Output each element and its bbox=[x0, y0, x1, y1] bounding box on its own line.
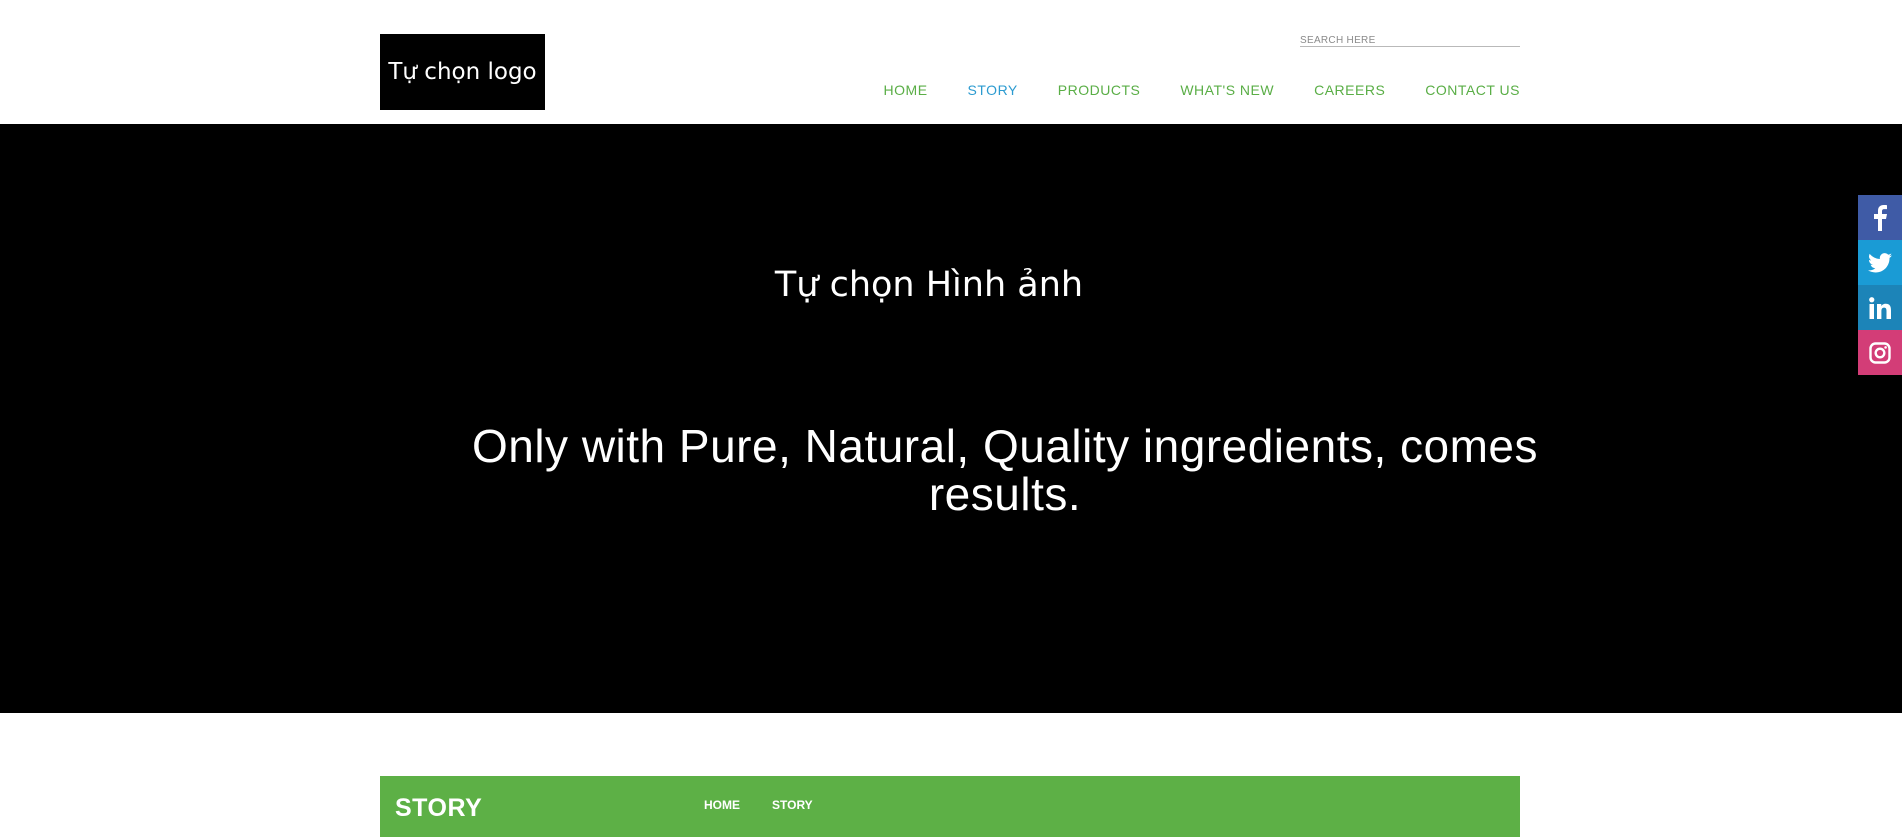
search-input[interactable] bbox=[1300, 31, 1520, 50]
hero-banner: Tự chọn Hình ảnh Only with Pure, Natural… bbox=[0, 124, 1902, 837]
site-header: Tự chọn logo HOME STORY PRODUCTS WHAT'S … bbox=[0, 0, 1902, 124]
instagram-link[interactable] bbox=[1858, 330, 1902, 375]
site-logo[interactable]: Tự chọn logo bbox=[380, 34, 545, 110]
hero-image-placeholder: Tự chọn Hình ảnh bbox=[774, 265, 1084, 305]
nav-contact-us[interactable]: CONTACT US bbox=[1425, 82, 1520, 98]
facebook-icon bbox=[1873, 204, 1887, 231]
linkedin-icon bbox=[1869, 296, 1891, 319]
nav-home[interactable]: HOME bbox=[884, 82, 928, 98]
social-share-bar bbox=[1858, 195, 1902, 375]
search-box bbox=[1300, 28, 1520, 50]
nav-products[interactable]: PRODUCTS bbox=[1058, 82, 1141, 98]
nav-careers[interactable]: CAREERS bbox=[1314, 82, 1385, 98]
hero-headline: Only with Pure, Natural, Quality ingredi… bbox=[471, 420, 1539, 520]
instagram-icon bbox=[1869, 341, 1891, 364]
main-nav: HOME STORY PRODUCTS WHAT'S NEW CAREERS C… bbox=[884, 82, 1520, 98]
logo-text: Tự chọn logo bbox=[388, 59, 537, 85]
twitter-link[interactable] bbox=[1858, 240, 1902, 285]
linkedin-link[interactable] bbox=[1858, 285, 1902, 330]
page-title-bar: STORY HOME STORY bbox=[380, 776, 1520, 837]
page-title: STORY bbox=[395, 794, 483, 822]
facebook-link[interactable] bbox=[1858, 195, 1902, 240]
breadcrumb-home[interactable]: HOME bbox=[704, 798, 740, 812]
nav-whats-new[interactable]: WHAT'S NEW bbox=[1180, 82, 1274, 98]
nav-story[interactable]: STORY bbox=[968, 82, 1018, 98]
breadcrumb-story[interactable]: STORY bbox=[772, 798, 813, 812]
breadcrumb: HOME STORY bbox=[704, 798, 813, 812]
twitter-icon bbox=[1868, 252, 1892, 273]
